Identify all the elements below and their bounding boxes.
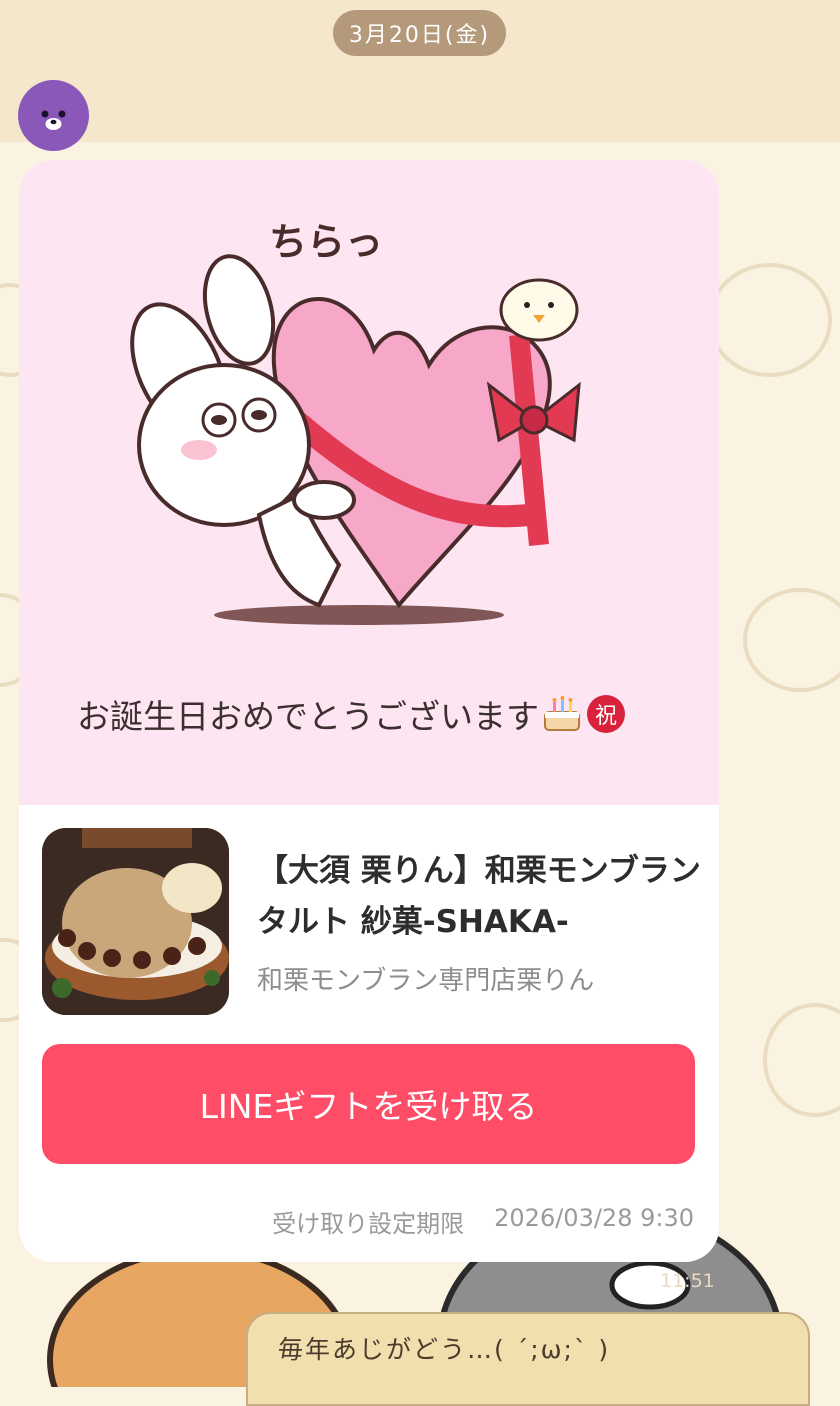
receive-gift-button[interactable]: LINEギフトを受け取る: [42, 1044, 695, 1164]
message-text: お誕生日おめでとうございます: [77, 697, 539, 736]
gift-message-card: ちらっ お誕生日おめでとうございます 祝 【大須 栗りん】和栗モンブランタルト …: [19, 160, 719, 1262]
message-timestamp: 11:51: [660, 1270, 715, 1292]
iwai-icon: 祝: [587, 695, 625, 733]
birthday-message: お誕生日おめでとうございます 祝: [77, 690, 677, 738]
reply-text: 毎年あじがどう…( ´;ω;` ): [278, 1335, 611, 1364]
sender-avatar[interactable]: [18, 80, 89, 151]
product-image[interactable]: [42, 828, 229, 1015]
sticker-text: ちらっ: [269, 220, 383, 264]
sticker-area: ちらっ お誕生日おめでとうございます 祝: [19, 160, 719, 805]
receive-deadline: 受け取り設定期限 2026/03/28 9:30: [272, 1204, 694, 1239]
mont-blanc-tart-image: [42, 828, 229, 1015]
deadline-label: 受け取り設定期限: [272, 1210, 465, 1238]
shop-name: 和栗モンブラン専門店栗りん: [257, 966, 595, 996]
deadline-value: 2026/03/28 9:30: [494, 1204, 694, 1232]
rabbit-heart-sticker: ちらっ: [130, 220, 581, 625]
bear-face-icon: [41, 110, 66, 130]
birthday-cake-icon: [544, 696, 580, 731]
product-title[interactable]: 【大須 栗りん】和栗モンブランタルト 紗菓-SHAKA-: [257, 846, 707, 948]
reply-message-bubble[interactable]: 毎年あじがどう…( ´;ω;` ): [246, 1312, 810, 1406]
date-label: 3月20日(金): [333, 10, 506, 56]
